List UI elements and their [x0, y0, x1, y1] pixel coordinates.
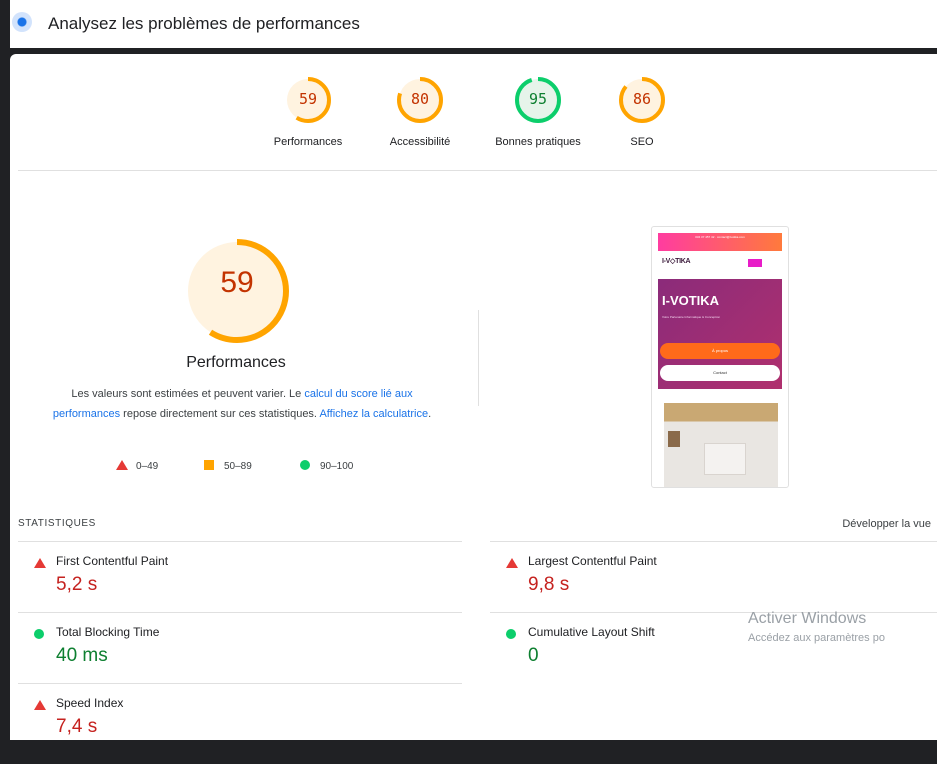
divider	[18, 541, 462, 542]
triangle-icon	[506, 558, 518, 568]
preview-photo	[664, 403, 778, 487]
gauge-label: Accessibilité	[389, 136, 451, 148]
metric-name: Speed Index	[56, 696, 124, 710]
main-score-title: Performances	[186, 354, 286, 371]
gauge-score: 95	[528, 90, 548, 108]
circle-icon	[506, 629, 516, 639]
main-score-gauge: 59	[182, 236, 292, 346]
desc-text: repose directement sur ces statistiques.	[120, 408, 320, 420]
metric-speed-index: Speed Index 7,4 s	[18, 694, 438, 764]
gauge-best-practices[interactable]: 95 Bonnes pratiques	[483, 76, 593, 148]
calculator-link[interactable]: Affichez la calculatrice	[319, 408, 428, 420]
vertical-divider	[478, 310, 479, 406]
legend-average: 50–89	[204, 460, 252, 472]
divider	[18, 170, 937, 171]
preview-primary-button: À propos	[660, 343, 780, 359]
metric-tbt: Total Blocking Time 40 ms	[18, 623, 438, 693]
gauge-accessibility[interactable]: 80 Accessibilité	[365, 76, 475, 148]
metric-fcp: First Contentful Paint 5,2 s	[18, 552, 438, 622]
metric-name: Largest Contentful Paint	[528, 554, 657, 568]
preview-photo-shelf	[704, 443, 746, 475]
metric-value: 9,8 s	[528, 574, 570, 595]
metric-value: 5,2 s	[56, 574, 98, 595]
preview-strip-text: 034 37 457 42 · contact@ivotika.com	[695, 235, 745, 239]
score-description: Les valeurs sont estimées et peuvent var…	[46, 384, 438, 424]
legend-label: 50–89	[224, 461, 252, 472]
preview-hero-title: I-VOTIKA	[662, 293, 720, 308]
watermark-line1: Activer Windows	[748, 610, 867, 627]
gauge-label: Bonnes pratiques	[495, 136, 581, 148]
desc-text: Les valeurs sont estimées et peuvent var…	[71, 388, 305, 400]
gauge-performance[interactable]: 59 Performances	[253, 76, 363, 148]
metric-name: Total Blocking Time	[56, 625, 160, 639]
section-title: Analysez les problèmes de performances	[48, 14, 360, 33]
triangle-icon	[34, 558, 46, 568]
expand-view-button[interactable]: Développer la vue	[842, 518, 931, 530]
lighthouse-icon	[12, 12, 32, 32]
preview-menu-button	[748, 259, 762, 267]
preview-nav: I-V◇TIKA	[658, 253, 782, 277]
stats-heading: STATISTIQUES	[18, 518, 96, 529]
preview-top-strip: 034 37 457 42 · contact@ivotika.com	[658, 233, 782, 251]
metric-value: 0	[528, 645, 539, 666]
triangle-icon	[116, 460, 128, 470]
gauge-score: 86	[632, 90, 652, 108]
circle-icon	[300, 460, 310, 470]
gauge-score: 59	[298, 90, 318, 108]
triangle-icon	[34, 700, 46, 710]
legend-label: 90–100	[320, 461, 354, 472]
section-header: Analysez les problèmes de performances	[0, 0, 937, 48]
divider	[490, 541, 937, 542]
gauge-seo[interactable]: 86 SEO	[587, 76, 697, 148]
main-score-value: 59	[220, 266, 254, 299]
gauge-label: SEO	[630, 136, 654, 148]
preview-hero: I-VOTIKA Votre Partenaire Informatique &…	[658, 279, 782, 389]
category-gauges: 59 Performances 80 Accessibilité 95 Bonn…	[10, 54, 937, 170]
circle-icon	[34, 629, 44, 639]
metric-name: First Contentful Paint	[56, 554, 169, 568]
gauge-label: Performances	[273, 136, 343, 148]
preview-photo-frame	[668, 431, 680, 447]
windows-activation-watermark: Activer Windows Accédez aux paramètres p…	[748, 610, 885, 644]
preview-secondary-button: Contact	[660, 365, 780, 381]
legend-label: 0–49	[136, 461, 159, 472]
page-screenshot-preview[interactable]: 034 37 457 42 · contact@ivotika.com I-V◇…	[651, 226, 789, 488]
legend-good: 90–100	[300, 460, 353, 472]
desc-text: .	[428, 408, 432, 420]
preview-hero-sub: Votre Partenaire Informatique & Concepti…	[662, 315, 721, 319]
legend-poor: 0–49	[116, 460, 158, 472]
metric-name: Cumulative Layout Shift	[528, 625, 655, 639]
metric-value: 40 ms	[56, 645, 108, 666]
metric-value: 7,4 s	[56, 716, 98, 737]
gauge-score: 80	[410, 90, 430, 108]
watermark-line2: Accédez aux paramètres po	[748, 632, 885, 644]
preview-logo: I-V◇TIKA	[662, 258, 691, 265]
square-icon	[204, 460, 214, 470]
